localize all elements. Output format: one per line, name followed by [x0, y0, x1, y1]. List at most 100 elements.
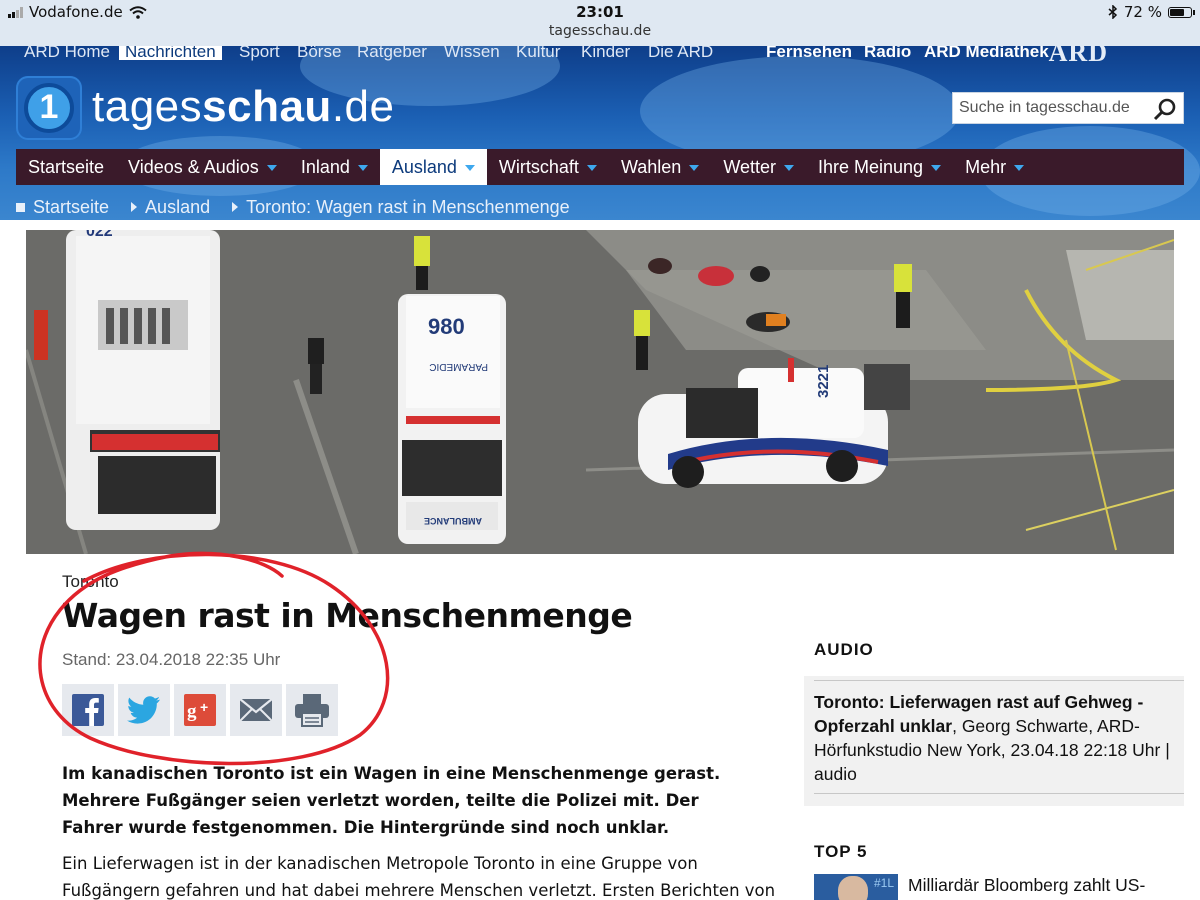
triangle-right-icon [131, 202, 138, 212]
article-photo[interactable]: 022 980 PARAMEDIC AMBULANCE 3221 [26, 230, 1174, 554]
audio-teaser[interactable]: Toronto: Lieferwagen rast auf Gehweg - O… [804, 676, 1184, 806]
chevron-down-icon[interactable] [689, 165, 700, 171]
nav-item-wetter[interactable]: Wetter [711, 149, 806, 185]
top5-thumbnail: #1L [814, 874, 898, 900]
nav-item-inland[interactable]: Inland [289, 149, 380, 185]
breadcrumb-item-current[interactable]: Toronto: Wagen rast in Menschenmenge [232, 197, 570, 218]
facebook-share-button[interactable] [62, 684, 114, 736]
twitter-share-button[interactable] [118, 684, 170, 736]
status-right: 72 % [1108, 3, 1195, 21]
ard-link-sport[interactable]: Sport [239, 46, 280, 62]
nav-item-label: Startseite [28, 156, 105, 177]
ard-link-radio[interactable]: Radio [864, 46, 911, 62]
print-icon [295, 694, 329, 727]
ard-link-boerse[interactable]: Börse [297, 46, 341, 62]
ambulance-roof-label: PARAMEDIC [429, 361, 488, 372]
nav-item-wahlen[interactable]: Wahlen [609, 149, 711, 185]
site-name[interactable]: tagesschau.de [92, 82, 394, 132]
search-icon[interactable] [1153, 97, 1177, 121]
ard-link-nachrichten[interactable]: Nachrichten [119, 46, 222, 61]
ard-logo[interactable]: ARD [1049, 46, 1108, 68]
ard-link-kultur[interactable]: Kultur [516, 46, 560, 62]
audio-teaser-text: Toronto: Lieferwagen rast auf Gehweg - O… [814, 682, 1172, 786]
nav-item-label: Ausland [391, 156, 457, 177]
ard-link-kinder[interactable]: Kinder [581, 46, 630, 62]
ard-link-home[interactable]: ARD Home [24, 46, 110, 62]
ambulance-number-label: 980 [428, 314, 465, 339]
breadcrumb: Startseite Ausland Toronto: Wagen rast i… [16, 196, 592, 218]
chevron-down-icon[interactable] [1014, 165, 1025, 171]
battery-fill [1170, 8, 1184, 16]
main-content: 022 980 PARAMEDIC AMBULANCE 3221 Toronto… [16, 220, 1184, 900]
battery-icon [1168, 6, 1195, 18]
chevron-down-icon[interactable] [931, 165, 942, 171]
nav-item-wirtschaft[interactable]: Wirtschaft [487, 149, 609, 185]
ard-link-ratgeber[interactable]: Ratgeber [357, 46, 427, 62]
article-body: Ein Lieferwagen ist in der kanadischen M… [62, 854, 776, 900]
nav-item-label: Videos & Audios [128, 156, 259, 177]
audio-heading: AUDIO [814, 640, 874, 659]
battery-percent: 72 % [1123, 3, 1162, 21]
square-icon [16, 202, 25, 212]
nav-item-startseite[interactable]: Startseite [16, 149, 116, 185]
nav-item-label: Wahlen [620, 156, 682, 177]
nav-item-label: Wetter [723, 156, 776, 177]
nav-item-label: Mehr [965, 156, 1007, 177]
top5-item[interactable]: #1L Milliardär Bloomberg zahlt US-Klimab… [814, 874, 1184, 900]
svg-text:+: + [200, 699, 208, 715]
svg-text:g: g [187, 701, 197, 722]
accident-scene-image: 022 980 PARAMEDIC AMBULANCE 3221 [26, 230, 1174, 554]
mail-icon [239, 698, 273, 722]
chevron-down-icon[interactable] [266, 165, 277, 171]
mail-share-button[interactable] [230, 684, 282, 736]
facebook-icon [72, 694, 104, 726]
thumbnail-text: #1L [874, 876, 895, 890]
site-header: ARD Home Nachrichten Sport Börse Ratgebe… [0, 46, 1200, 220]
nav-item-ausland[interactable]: Ausland [379, 149, 487, 185]
article-lead: Im kanadischen Toronto ist ein Wagen in … [62, 764, 721, 837]
chevron-down-icon[interactable] [464, 165, 475, 171]
bluetooth-icon [1108, 5, 1117, 19]
chevron-down-icon[interactable] [586, 165, 597, 171]
ard-link-mediathek[interactable]: ARD Mediathek [924, 46, 1049, 62]
print-button[interactable] [286, 684, 338, 736]
chevron-down-icon[interactable] [357, 165, 368, 171]
search-box [952, 92, 1184, 124]
googleplus-share-button[interactable]: g + [174, 684, 226, 736]
site-name-tld: .de [331, 82, 395, 131]
ard-link-die-ard[interactable]: Die ARD [648, 46, 713, 62]
twitter-icon [127, 696, 160, 724]
article-headline: Wagen rast in Menschenmenge [62, 596, 633, 635]
chevron-down-icon[interactable] [784, 165, 794, 171]
share-bar: g + [62, 684, 338, 736]
url-label[interactable]: tagesschau.de [0, 23, 1200, 39]
googleplus-icon: g + [184, 694, 216, 726]
nav-item-label: Wirtschaft [498, 156, 579, 177]
top5-item-title: Milliardär Bloomberg zahlt US-Klimabeitr… [908, 875, 1146, 900]
breadcrumb-label: Startseite [33, 196, 110, 217]
ard-link-wissen[interactable]: Wissen [444, 46, 500, 62]
tagesschau-logo-icon[interactable]: 1 [16, 76, 82, 140]
logo-digit: 1 [39, 88, 59, 126]
nav-item-mehr[interactable]: Mehr [953, 149, 1036, 185]
site-name-bold: schau [202, 82, 332, 131]
site-name-light: tages [92, 82, 203, 131]
sidebar: AUDIO Toronto: Lieferwagen rast auf Gehw… [804, 640, 1184, 900]
ard-bar: ARD Home Nachrichten Sport Börse Ratgebe… [0, 46, 1200, 67]
breadcrumb-item-ausland[interactable]: Ausland [131, 197, 210, 218]
clock: 23:01 [576, 3, 624, 21]
nav-item-ihre-meinung[interactable]: Ihre Meinung [806, 149, 953, 185]
nav-item-videos-audios[interactable]: Videos & Audios [116, 149, 289, 185]
breadcrumb-label: Toronto: Wagen rast in Menschenmenge [246, 196, 570, 217]
police-number-label: 3221 [815, 365, 832, 398]
ard-link-fernsehen[interactable]: Fernsehen [766, 46, 852, 62]
article-kicker: Toronto [62, 572, 119, 591]
ambulance-hood-label: AMBULANCE [424, 516, 482, 526]
bus-number-label: 022 [86, 230, 113, 240]
breadcrumb-label: Ausland [145, 196, 211, 217]
article-timestamp: Stand: 23.04.2018 22:35 Uhr [62, 650, 281, 669]
status-bar: Vodafone.de 23:01 tagesschau.de 72 % [0, 0, 1200, 46]
breadcrumb-item-startseite[interactable]: Startseite [16, 197, 109, 218]
triangle-right-icon [232, 202, 239, 212]
search-input[interactable] [953, 93, 1143, 123]
